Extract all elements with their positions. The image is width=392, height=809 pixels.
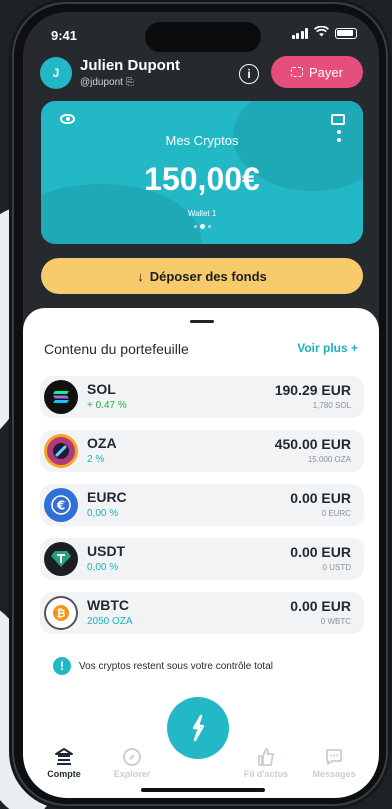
- asset-symbol: WBTC: [87, 597, 129, 613]
- asset-symbol: USDT: [87, 543, 126, 559]
- asset-quantity: 0 EURC: [321, 509, 351, 518]
- compass-icon: [97, 747, 167, 769]
- tab-label: Compte: [47, 769, 81, 779]
- info-icon[interactable]: i: [239, 64, 259, 84]
- asset-symbol: SOL: [87, 381, 116, 397]
- tab-label: Messages: [312, 769, 356, 779]
- scan-icon: [291, 67, 304, 77]
- wifi-icon: [313, 25, 330, 40]
- asset-symbol: EURC: [87, 489, 127, 505]
- asset-quantity: 1,780 SOL: [312, 401, 351, 410]
- tab-messages[interactable]: Messages: [299, 747, 369, 779]
- asset-value: 450.00 EUR: [274, 436, 351, 452]
- phone-screen: 9:41 J Julien Dupont @jdupont ⎘ i Payer …: [23, 12, 379, 798]
- dynamic-island: [145, 22, 261, 52]
- portfolio-title: Contenu du portefeuille: [44, 341, 189, 357]
- sheet-handle[interactable]: [190, 320, 214, 323]
- card-wallet-name: Wallet 1: [187, 209, 217, 218]
- asset-row[interactable]: ₿ WBTC 2050 OZA 0.00 EUR 0 WBTC: [40, 592, 364, 634]
- avatar[interactable]: J: [40, 57, 72, 89]
- tab-label: Fil d'actus: [243, 769, 289, 779]
- oza-icon: [44, 434, 78, 468]
- security-notice: ! Vos cryptos restent sous votre contrôl…: [53, 657, 273, 675]
- asset-value: 0.00 EUR: [290, 544, 351, 560]
- battery-icon: [335, 27, 357, 39]
- status-bar: 9:41: [23, 12, 379, 52]
- svg-text:₿: ₿: [57, 607, 66, 620]
- asset-change: 0,00 %: [87, 508, 119, 519]
- asset-change: 0,00 %: [87, 562, 119, 573]
- sol-icon: [44, 380, 78, 414]
- pay-button-label: Payer: [309, 64, 343, 80]
- pagination-dot[interactable]: [207, 225, 211, 228]
- asset-row[interactable]: SOL + 0.47 % 190.29 EUR 1,780 SOL: [40, 376, 364, 418]
- asset-row[interactable]: USDT 0,00 % 0.00 EUR 0 USTD: [40, 538, 364, 580]
- asset-quantity: 0 USTD: [322, 563, 351, 572]
- pagination-dot-active[interactable]: [199, 224, 205, 229]
- tab-compte[interactable]: Compte: [29, 747, 99, 779]
- asset-quantity: 0 WBTC: [320, 617, 351, 626]
- chat-icon: [299, 747, 369, 769]
- asset-row[interactable]: € EURC 0,00 % 0.00 EUR 0 EURC: [40, 484, 364, 526]
- wallet-card[interactable]: Mes Cryptos 150,00€ Wallet 1: [41, 101, 363, 244]
- asset-change: + 0.47 %: [87, 400, 127, 411]
- asset-quantity: 15.000 OZA: [307, 455, 351, 464]
- thumbs-up-icon: [231, 747, 301, 769]
- asset-value: 190.29 EUR: [274, 382, 351, 398]
- asset-value: 0.00 EUR: [290, 490, 351, 506]
- see-more-link[interactable]: Voir plus +: [297, 341, 358, 355]
- deposit-button-label: Déposer des fonds: [149, 268, 267, 284]
- eye-icon[interactable]: [60, 114, 75, 124]
- notice-text: Vos cryptos restent sous votre contrôle …: [79, 660, 273, 672]
- tab-label: Explorer: [113, 769, 151, 779]
- wbtc-icon: ₿: [44, 596, 78, 630]
- eurc-icon: €: [44, 488, 78, 522]
- download-icon: ↓: [137, 268, 144, 284]
- status-time: 9:41: [51, 28, 78, 43]
- pagination-dot[interactable]: [193, 225, 197, 228]
- card-title: Mes Cryptos: [165, 133, 239, 148]
- tab-explorer[interactable]: Explorer: [97, 747, 167, 779]
- user-name: Julien Dupont: [80, 57, 180, 74]
- pay-button[interactable]: Payer: [271, 56, 363, 88]
- bank-icon: [29, 747, 99, 769]
- signal-icon: [291, 27, 308, 39]
- asset-change: 2 %: [87, 454, 105, 465]
- asset-change: 2050 OZA: [87, 616, 133, 627]
- swap-icon: [192, 714, 205, 742]
- deposit-button[interactable]: ↓ Déposer des fonds: [41, 258, 363, 294]
- card-amount: 150,00€: [144, 161, 260, 197]
- wallet-icon[interactable]: [331, 114, 345, 125]
- alert-icon: !: [53, 657, 71, 675]
- user-handle[interactable]: @jdupont ⎘: [80, 77, 134, 88]
- tab-fil-actus[interactable]: Fil d'actus: [231, 747, 301, 779]
- asset-row[interactable]: OZA 2 % 450.00 EUR 15.000 OZA: [40, 430, 364, 472]
- asset-symbol: OZA: [87, 435, 117, 451]
- status-icons: [291, 25, 357, 40]
- asset-value: 0.00 EUR: [290, 598, 351, 614]
- svg-text:€: €: [56, 499, 65, 513]
- usdt-icon: [44, 542, 78, 576]
- header: J Julien Dupont @jdupont ⎘ i Payer: [23, 52, 379, 106]
- home-indicator: [141, 788, 265, 792]
- card-pagination: [41, 224, 363, 229]
